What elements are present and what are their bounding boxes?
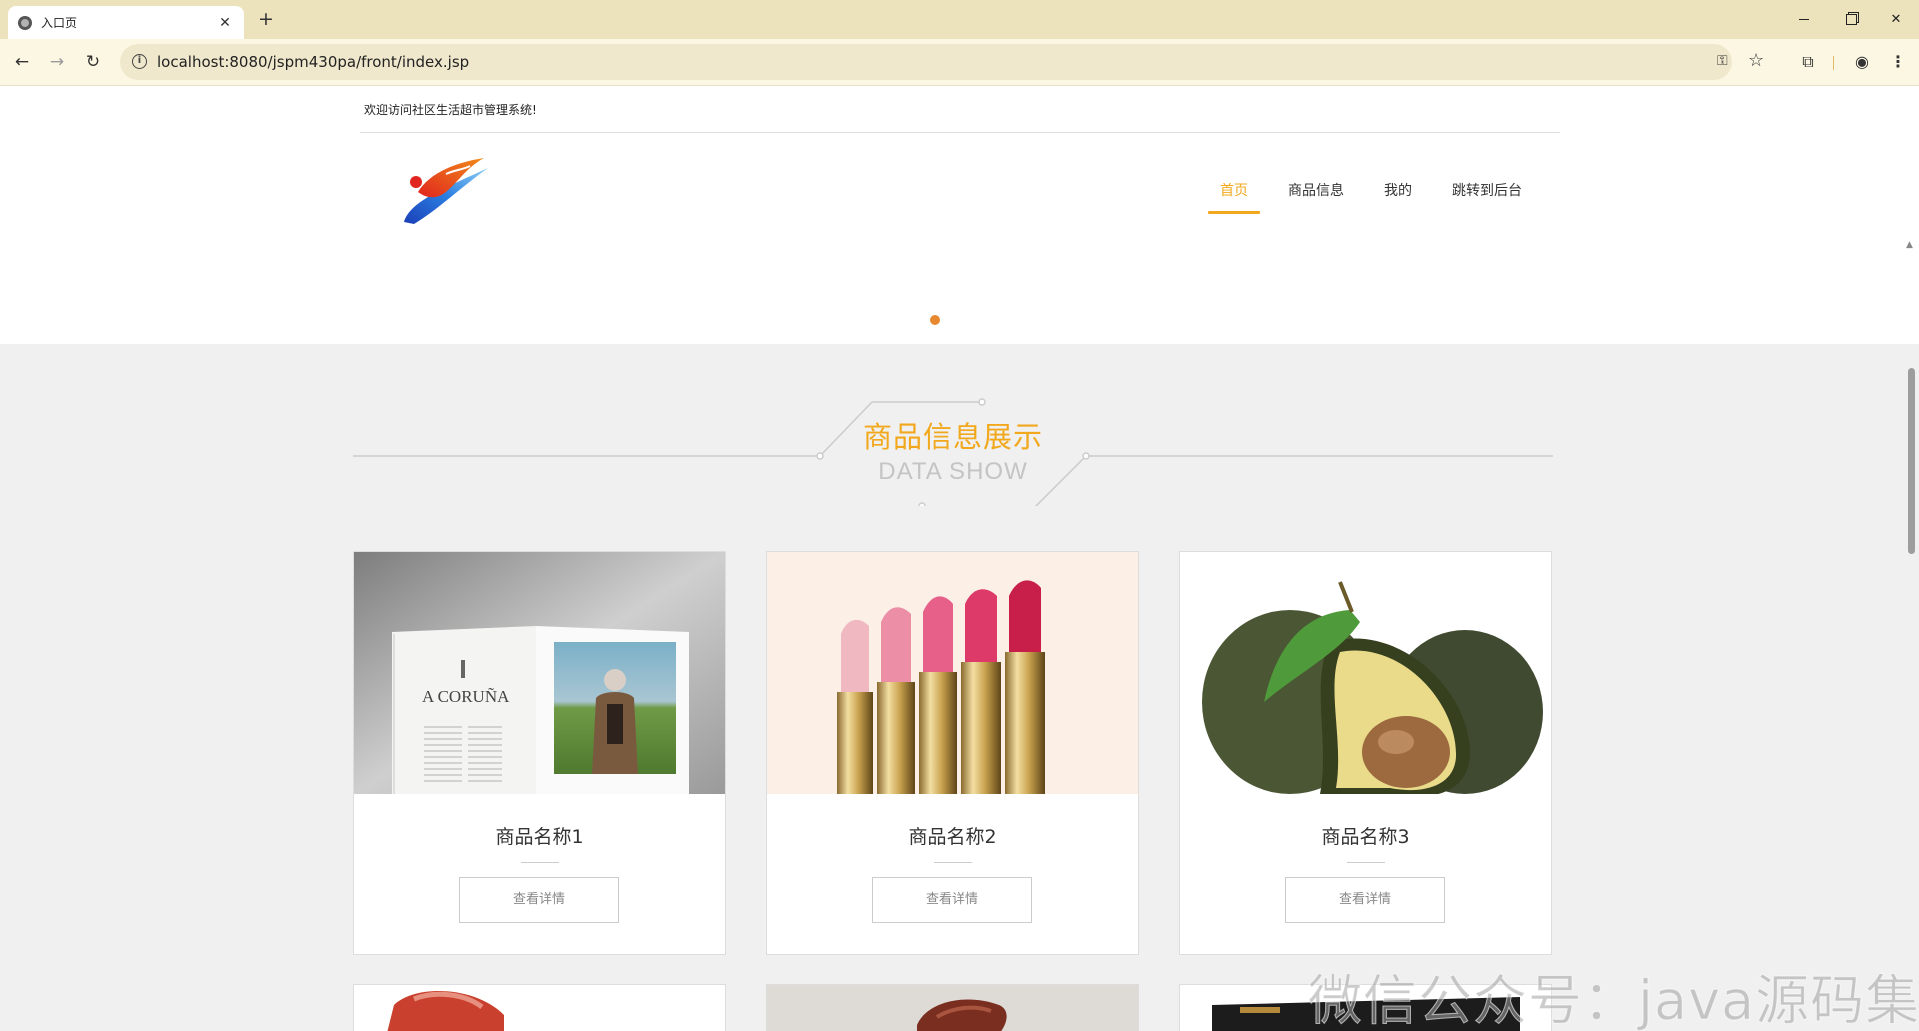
- window-close-button[interactable]: ✕: [1873, 0, 1919, 39]
- tab-close-icon[interactable]: ✕: [216, 15, 234, 31]
- reload-button[interactable]: ↻: [80, 49, 106, 75]
- product-divider: [521, 862, 559, 863]
- browser-tab-active[interactable]: 入口页 ✕: [8, 6, 244, 39]
- password-key-icon[interactable]: ⚿: [1717, 53, 1728, 69]
- header-divider: [360, 132, 1560, 133]
- view-detail-button[interactable]: 查看详情: [1285, 877, 1445, 923]
- browser-tab-bar: 入口页 ✕ + ✕: [0, 0, 1919, 39]
- scroll-up-arrow-icon[interactable]: ▲: [1906, 240, 1913, 250]
- section-title-cn: 商品信息展示: [862, 420, 1043, 454]
- product-card[interactable]: 商品名称3 查看详情: [1179, 551, 1552, 955]
- new-tab-button[interactable]: +: [254, 8, 278, 32]
- nav-mine[interactable]: 我的: [1372, 184, 1424, 214]
- product-card[interactable]: [766, 984, 1139, 1031]
- bookmark-star-icon[interactable]: ☆: [1748, 50, 1764, 71]
- address-bar[interactable]: i localhost:8080/jspm430pa/front/index.j…: [120, 44, 1764, 80]
- product-divider: [1347, 862, 1385, 863]
- product-card[interactable]: [353, 984, 726, 1031]
- nav-admin[interactable]: 跳转到后台: [1440, 184, 1534, 214]
- carousel-indicator[interactable]: [930, 315, 940, 325]
- globe-icon: [18, 15, 32, 30]
- nav-home[interactable]: 首页: [1208, 184, 1260, 214]
- product-card[interactable]: A CORUÑA 商品名称1 查看详情: [353, 551, 726, 955]
- avocado-photo[interactable]: [1180, 552, 1551, 794]
- tab-search-icon[interactable]: ⧉: [1795, 49, 1821, 75]
- open-book-photo[interactable]: A CORUÑA: [354, 552, 725, 794]
- watermark-text: 微信公众号：java源码集合: [1307, 969, 1919, 1031]
- product-name[interactable]: 商品名称1: [354, 822, 725, 849]
- forward-button[interactable]: →: [44, 49, 70, 75]
- tab-title: 入口页: [41, 16, 78, 30]
- product-photo-partial[interactable]: [767, 985, 1138, 1031]
- book-title-text: A CORUÑA: [422, 687, 510, 706]
- site-info-icon[interactable]: i: [132, 54, 147, 69]
- view-detail-button[interactable]: 查看详情: [872, 877, 1032, 923]
- page-viewport: 欢迎访问社区生活超市管理系统! 首页 商品信息 我的 跳转到后台 商品信息展示 …: [0, 86, 1919, 1031]
- product-divider: [934, 862, 972, 863]
- browser-toolbar: ← → ↻ i localhost:8080/jspm430pa/front/i…: [0, 39, 1919, 86]
- product-card[interactable]: 商品名称2 查看详情: [766, 551, 1139, 955]
- product-photo-partial[interactable]: [354, 985, 725, 1031]
- product-name[interactable]: 商品名称3: [1180, 822, 1551, 849]
- back-button[interactable]: ←: [9, 49, 35, 75]
- view-detail-button[interactable]: 查看详情: [459, 877, 619, 923]
- nav-products[interactable]: 商品信息: [1276, 184, 1356, 214]
- toolbar-divider: [1833, 56, 1834, 70]
- browser-menu-icon[interactable]: ⋮: [1885, 49, 1911, 75]
- product-name[interactable]: 商品名称2: [767, 822, 1138, 849]
- section-title: 商品信息展示 DATA SHOW: [0, 386, 1919, 506]
- lipsticks-photo[interactable]: [767, 552, 1138, 794]
- header-area: [0, 86, 1919, 344]
- page-scrollbar-thumb[interactable]: [1908, 368, 1915, 554]
- site-logo[interactable]: [400, 152, 492, 232]
- profile-icon[interactable]: ◉: [1849, 49, 1875, 75]
- url-text[interactable]: localhost:8080/jspm430pa/front/index.jsp: [157, 53, 469, 71]
- main-nav: 首页 商品信息 我的 跳转到后台: [1208, 184, 1550, 214]
- section-title-en: DATA SHOW: [878, 458, 1028, 485]
- window-restore-button[interactable]: [1828, 0, 1874, 39]
- welcome-text: 欢迎访问社区生活超市管理系统!: [364, 103, 537, 117]
- window-minimize-button[interactable]: [1781, 0, 1827, 39]
